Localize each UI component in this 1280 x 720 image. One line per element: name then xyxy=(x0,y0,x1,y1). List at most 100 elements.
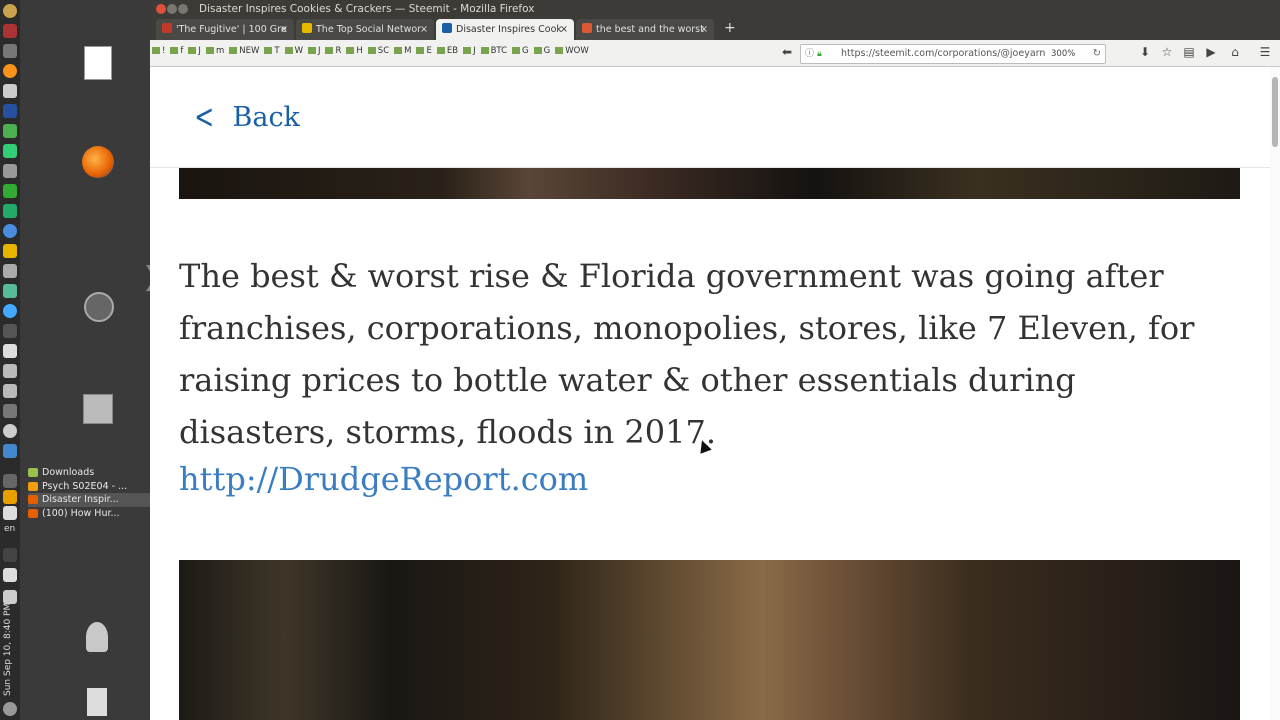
url-text[interactable]: https://steemit.com/corporations/@joeyar… xyxy=(841,45,1046,63)
terminal-icon[interactable] xyxy=(3,204,17,218)
desktop-file[interactable]: (100) How Hur... xyxy=(28,507,152,521)
bookmark-label: R xyxy=(335,46,342,56)
clock-label[interactable]: Sun Sep 10, 8:40 PM xyxy=(3,600,17,696)
bookmark-item[interactable]: BTC xyxy=(480,46,507,56)
bookmark-item[interactable]: NEW xyxy=(229,46,259,56)
wifi-icon[interactable] xyxy=(3,506,17,520)
mic-icon[interactable] xyxy=(3,548,17,562)
store-icon[interactable] xyxy=(3,184,17,198)
bookmark-item[interactable]: J xyxy=(307,46,320,56)
vlc-icon[interactable] xyxy=(3,244,17,258)
power-icon[interactable] xyxy=(3,702,17,716)
game-icon[interactable] xyxy=(3,404,17,418)
zoom-level[interactable]: 300% xyxy=(1051,45,1075,63)
bookmark-item[interactable]: G xyxy=(512,46,529,56)
bookmark-item[interactable]: J xyxy=(188,46,201,56)
bookmark-item[interactable]: WOW xyxy=(555,46,589,56)
bookmark-item[interactable]: J xyxy=(463,46,476,56)
tab-1[interactable]: 'The Fugitive' | 100 Gre × xyxy=(156,19,294,40)
new-tab-button[interactable]: + xyxy=(724,20,736,36)
ubuntu-icon[interactable] xyxy=(3,4,17,18)
warning-icon[interactable] xyxy=(3,490,17,504)
bitcoin-icon[interactable] xyxy=(3,64,17,78)
minimize-window-icon[interactable] xyxy=(167,4,177,14)
document-icon[interactable] xyxy=(84,46,112,80)
bookmark-item[interactable]: R xyxy=(325,46,341,56)
bookmarks-strip: ! f Jm NEW T W J R H SC M E EB J BTC G G WOW xyxy=(152,46,594,56)
file-name: Disaster Inspir... xyxy=(42,494,119,506)
tab-label: The Top Social Networ xyxy=(316,24,422,35)
lock-icon[interactable]: 🔒︎ xyxy=(817,45,822,63)
bookmark-item[interactable]: T xyxy=(264,46,280,56)
window-icon[interactable] xyxy=(3,444,17,458)
window-title: Disaster Inspires Cookies & Crackers — S… xyxy=(199,3,535,15)
bluetooth-icon[interactable] xyxy=(3,474,17,488)
bookmark-item[interactable]: G xyxy=(533,46,550,56)
tab-4[interactable]: the best and the worst × xyxy=(576,19,714,40)
close-window-icon[interactable] xyxy=(156,4,166,14)
library-icon[interactable]: ▤ xyxy=(1182,45,1196,59)
trash-icon[interactable] xyxy=(87,688,107,716)
bookmark-folder-icon xyxy=(205,47,214,54)
drudge-report-link[interactable]: http://DrudgeReport.com xyxy=(179,460,588,498)
info-icon[interactable]: ⓘ xyxy=(805,45,814,63)
desktop-file[interactable]: Psych S02E04 - ... xyxy=(28,480,152,494)
navigation-bar: ! f Jm NEW T W J R H SC M E EB J BTC G G WOW ⬅ ⓘ 🔒︎ https… xyxy=(150,40,1280,67)
text-editor-icon[interactable] xyxy=(3,84,17,98)
chromium-icon[interactable] xyxy=(3,224,17,238)
app-icon[interactable] xyxy=(3,24,17,38)
menu-icon[interactable]: ☰ xyxy=(1258,45,1272,59)
grid-icon[interactable] xyxy=(3,144,17,158)
bookmark-folder-icon xyxy=(346,47,355,54)
bookmark-star-icon[interactable]: ☆ xyxy=(1160,45,1174,59)
clock-icon[interactable] xyxy=(3,424,17,438)
back-arrow-icon[interactable]: ⬅ xyxy=(780,45,794,59)
calculator-icon[interactable] xyxy=(3,104,17,118)
close-tab-icon[interactable]: × xyxy=(280,19,288,40)
ubuntu-circle-icon[interactable] xyxy=(84,292,114,322)
desktop-file[interactable]: Downloads xyxy=(28,466,152,480)
close-tab-icon[interactable]: × xyxy=(700,19,708,40)
close-tab-icon[interactable]: × xyxy=(560,19,568,40)
eject-icon[interactable] xyxy=(3,44,17,58)
close-tab-icon[interactable]: × xyxy=(420,19,428,40)
bookmark-item[interactable]: W xyxy=(284,46,303,56)
bookmark-item[interactable]: f xyxy=(170,46,183,56)
home-icon[interactable]: ⌂ xyxy=(1228,45,1242,59)
browser-icon[interactable] xyxy=(3,304,17,318)
firefox-icon[interactable] xyxy=(82,146,114,178)
bookmark-item[interactable]: ! xyxy=(152,46,165,56)
scrollbar[interactable] xyxy=(1270,67,1280,720)
bookmark-item[interactable]: H xyxy=(346,46,363,56)
settings-icon[interactable] xyxy=(3,324,17,338)
language-indicator[interactable]: en xyxy=(4,524,15,534)
maximize-window-icon[interactable] xyxy=(178,4,188,14)
tab-3[interactable]: Disaster Inspires Cook × xyxy=(436,19,574,40)
bookmark-item[interactable]: m xyxy=(205,46,224,56)
desktop-file[interactable]: Disaster Inspir... xyxy=(28,493,152,507)
bookmark-item[interactable]: M xyxy=(394,46,411,56)
spreadsheet-icon[interactable] xyxy=(3,124,17,138)
scrollbar-thumb[interactable] xyxy=(1272,77,1278,147)
bookmark-label: NEW xyxy=(239,46,260,56)
car-icon[interactable] xyxy=(3,384,17,398)
youtube-icon[interactable]: ▶ xyxy=(1204,45,1218,59)
download-icon[interactable]: ⬇ xyxy=(1138,45,1152,59)
drive-icon[interactable] xyxy=(3,364,17,378)
back-button[interactable]: < Back xyxy=(190,97,300,137)
url-bar[interactable]: ⓘ 🔒︎ https://steemit.com/corporations/@j… xyxy=(800,44,1106,64)
disk-icon[interactable] xyxy=(3,264,17,278)
bookmark-label: WOW xyxy=(565,46,589,56)
user-icon[interactable] xyxy=(86,622,108,652)
bookmark-folder-icon xyxy=(264,47,273,54)
bookmark-item[interactable]: EB xyxy=(436,46,458,56)
bookmark-item[interactable]: E xyxy=(416,46,432,56)
bookmark-item[interactable]: SC xyxy=(367,46,389,56)
tab-2[interactable]: The Top Social Networ × xyxy=(296,19,434,40)
image-icon[interactable] xyxy=(3,284,17,298)
reload-icon[interactable]: ↻ xyxy=(1093,45,1101,63)
cabinet-icon[interactable] xyxy=(83,394,113,424)
volume-icon[interactable] xyxy=(3,568,17,582)
monitor-icon[interactable] xyxy=(3,344,17,358)
files-icon[interactable] xyxy=(3,164,17,178)
